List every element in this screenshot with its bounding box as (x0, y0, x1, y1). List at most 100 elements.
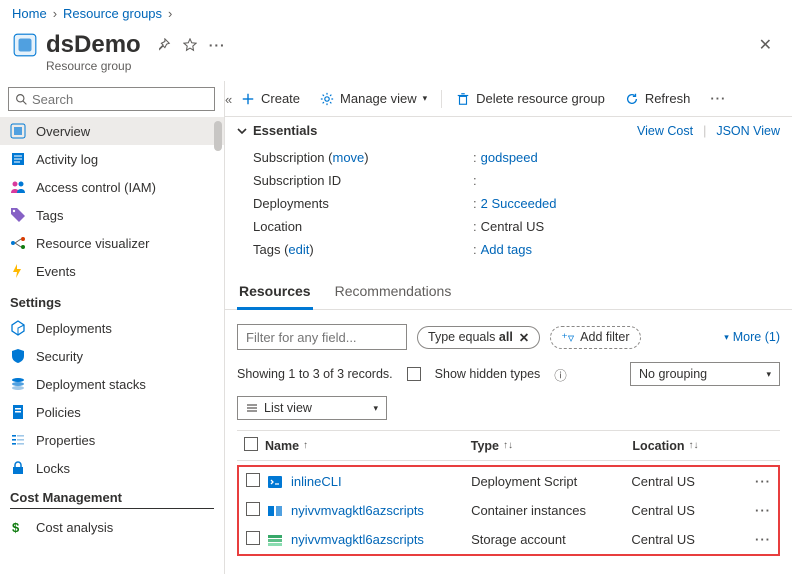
nav-group-settings: Settings (0, 285, 224, 314)
chevron-down-icon[interactable] (237, 126, 247, 136)
table-row[interactable]: nyivvmvagktl6azscripts Storage account C… (239, 525, 778, 554)
table-header: Name↑ Type↑↓ Location↑↓ (237, 430, 780, 461)
properties-icon (10, 432, 26, 448)
cost-icon: $ (10, 519, 26, 535)
nav-cost-analysis[interactable]: $ Cost analysis (0, 513, 224, 541)
essentials-panel: Subscription (move) :godspeed Subscripti… (225, 144, 792, 269)
deployments-value[interactable]: 2 Succeeded (481, 196, 557, 211)
nav-deployment-stacks[interactable]: Deployment stacks (0, 370, 224, 398)
add-filter-chip[interactable]: ⁺▿ Add filter (550, 326, 640, 349)
resource-name-link[interactable]: inlineCLI (291, 474, 342, 489)
resource-location: Central US (631, 532, 748, 547)
chevron-down-icon: ▾ (373, 403, 378, 414)
row-checkbox[interactable] (246, 502, 260, 516)
nav-events[interactable]: Events (0, 257, 224, 285)
close-icon[interactable]: ✕ (751, 31, 780, 59)
more-commands-button[interactable]: ··· (702, 87, 734, 110)
sidebar-search-input[interactable] (32, 92, 208, 107)
resource-name-link[interactable]: nyivvmvagktl6azscripts (291, 503, 424, 518)
page-subtitle: Resource group (0, 59, 792, 81)
dropdown-value: No grouping (639, 367, 707, 381)
sidebar-nav: Overview Activity log Access control (IA… (0, 117, 224, 541)
tags-icon (10, 207, 26, 223)
separator (441, 90, 442, 108)
remove-icon[interactable]: ✕ (519, 330, 529, 345)
nav-overview[interactable]: Overview (0, 117, 224, 145)
nav-tags[interactable]: Tags (0, 201, 224, 229)
subscription-value[interactable]: godspeed (481, 150, 538, 165)
chip-label: Add filter (580, 330, 629, 344)
filter-input[interactable] (237, 324, 407, 350)
json-view-link[interactable]: JSON View (716, 124, 780, 138)
resources-table: Name↑ Type↑↓ Location↑↓ inlineCLI Deploy… (225, 430, 792, 556)
resource-location: Central US (631, 474, 748, 489)
iam-icon (10, 179, 26, 195)
activity-log-icon (10, 151, 26, 167)
storage-account-icon (267, 532, 283, 548)
chevron-down-icon: ▾ (423, 93, 428, 104)
nav-group-cost: Cost Management (10, 490, 214, 509)
nav-locks[interactable]: Locks (0, 454, 224, 482)
nav-properties[interactable]: Properties (0, 426, 224, 454)
nav-deployments[interactable]: Deployments (0, 314, 224, 342)
info-icon[interactable]: ⓘ (554, 365, 567, 384)
breadcrumb: Home › Resource groups › (0, 0, 792, 27)
tab-recommendations[interactable]: Recommendations (333, 277, 454, 309)
sidebar-search[interactable] (8, 87, 215, 111)
more-filters-link[interactable]: ▾ More (1) (724, 330, 780, 344)
breadcrumb-home[interactable]: Home (12, 6, 47, 21)
location-value: Central US (481, 219, 545, 234)
sort-asc-icon: ↑ (303, 440, 308, 451)
view-mode-dropdown[interactable]: List view ▾ (237, 396, 387, 420)
favorite-icon[interactable] (177, 34, 203, 56)
type-filter-chip[interactable]: Type equals all ✕ (417, 326, 540, 349)
nav-resource-visualizer[interactable]: Resource visualizer (0, 229, 224, 257)
col-name[interactable]: Name↑ (265, 439, 471, 453)
nav-activity-log[interactable]: Activity log (0, 145, 224, 173)
main-content: Create Manage view ▾ Delete resource gro… (225, 81, 792, 574)
view-cost-link[interactable]: View Cost (637, 124, 693, 138)
nav-security[interactable]: Security (0, 342, 224, 370)
show-hidden-checkbox[interactable] (407, 367, 421, 381)
row-checkbox[interactable] (246, 473, 260, 487)
nav-label: Properties (36, 433, 95, 448)
resource-name-link[interactable]: nyivvmvagktl6azscripts (291, 532, 424, 547)
more-icon[interactable]: ··· (203, 33, 232, 57)
pin-icon[interactable] (151, 34, 177, 56)
nav-access-control[interactable]: Access control (IAM) (0, 173, 224, 201)
select-all-checkbox[interactable] (244, 437, 258, 451)
create-button[interactable]: Create (233, 87, 308, 110)
page-header: dsDemo ··· ✕ (0, 27, 792, 61)
col-type[interactable]: Type↑↓ (471, 439, 633, 453)
button-label: Create (261, 91, 300, 106)
delete-button[interactable]: Delete resource group (448, 87, 613, 110)
sort-icon: ↑↓ (503, 440, 513, 451)
tags-label: Tags (253, 242, 280, 257)
manage-view-button[interactable]: Manage view ▾ (312, 87, 435, 110)
nav-label: Tags (36, 208, 63, 223)
essentials-title: Essentials (253, 123, 317, 138)
plus-icon (241, 92, 255, 106)
scrollbar-thumb[interactable] (214, 121, 222, 151)
page-title: dsDemo (46, 31, 141, 59)
row-menu-button[interactable]: ··· (748, 503, 778, 518)
nav-label: Activity log (36, 152, 98, 167)
tab-resources[interactable]: Resources (237, 277, 313, 310)
col-location[interactable]: Location↑↓ (632, 439, 750, 453)
table-row[interactable]: inlineCLI Deployment Script Central US ·… (239, 467, 778, 496)
gear-icon (320, 92, 334, 106)
tags-edit-link[interactable]: edit (288, 242, 309, 257)
row-checkbox[interactable] (246, 531, 260, 545)
essentials-header: Essentials View Cost | JSON View (225, 116, 792, 144)
row-menu-button[interactable]: ··· (748, 532, 778, 547)
tags-value[interactable]: Add tags (481, 242, 532, 257)
breadcrumb-resource-groups[interactable]: Resource groups (63, 6, 162, 21)
subscription-move-link[interactable]: move (333, 150, 365, 165)
table-row[interactable]: nyivvmvagktl6azscripts Container instanc… (239, 496, 778, 525)
nav-policies[interactable]: Policies (0, 398, 224, 426)
nav-label: Access control (IAM) (36, 180, 156, 195)
grouping-dropdown[interactable]: No grouping ▾ (630, 362, 780, 386)
refresh-button[interactable]: Refresh (617, 87, 699, 110)
collapse-sidebar-icon[interactable]: « (221, 90, 236, 109)
row-menu-button[interactable]: ··· (748, 474, 778, 489)
